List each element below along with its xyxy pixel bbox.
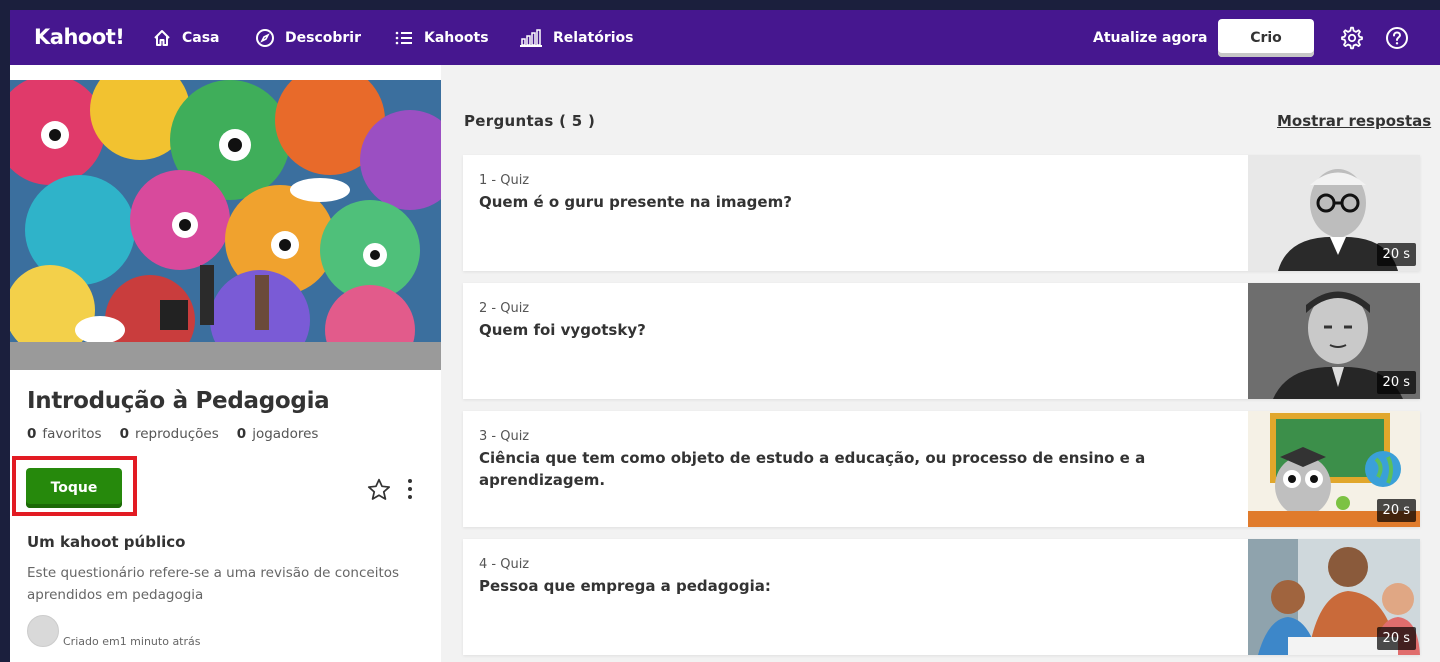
nav-label: Relatórios <box>553 29 634 46</box>
app-frame: Kahoot! Casa Descobrir Kahoots Relatório… <box>10 10 1440 662</box>
question-card[interactable]: 1 - Quiz Quem é o guru presente na image… <box>463 155 1420 271</box>
question-card[interactable]: 4 - Quiz Pessoa que emprega a pedagogia:… <box>463 539 1420 655</box>
compass-icon <box>256 28 274 47</box>
created-time: Criado em1 minuto atrás <box>63 635 201 648</box>
question-text: Pessoa que emprega a pedagogia: <box>479 577 771 595</box>
kahoot-logo[interactable]: Kahoot! <box>34 25 125 49</box>
bar-chart-icon <box>520 28 542 47</box>
stat-value: 0 <box>236 426 247 442</box>
question-type: 1 - Quiz <box>479 173 530 188</box>
kahoot-description: Este questionário refere-se a uma revisã… <box>27 565 400 603</box>
stat-label: jogadores <box>252 426 319 442</box>
time-badge: 20 s <box>1376 371 1416 394</box>
nav-label: Kahoots <box>424 29 489 46</box>
stat-label: reproduções <box>134 426 219 442</box>
question-card[interactable]: 3 - Quiz Ciência que tem como objeto de … <box>463 411 1420 527</box>
stat-value: 0 <box>27 426 37 442</box>
question-text: Ciência que tem como objeto de estudo a … <box>479 449 1146 489</box>
stat-label: favoritos <box>42 426 102 442</box>
help-icon[interactable] <box>1385 26 1409 50</box>
visibility-label: Um kahoot público <box>27 533 186 551</box>
question-image: 20 s <box>1248 155 1420 271</box>
list-icon <box>395 31 412 44</box>
stat-players: 0 jogadores <box>237 426 319 442</box>
kahoot-details-panel: Introdução à Pedagogia 0 favoritos 0 repro… <box>10 65 441 662</box>
top-nav: Kahoot! Casa Descobrir Kahoots Relatório… <box>10 10 1440 65</box>
more-options-icon[interactable] <box>405 477 415 505</box>
show-answers-link[interactable]: Mostrar respostas <box>1277 112 1431 130</box>
question-image: 20 s <box>1248 539 1420 655</box>
gear-icon[interactable] <box>1340 26 1364 50</box>
create-button[interactable]: Crio <box>1218 19 1314 57</box>
nav-item-descobrir[interactable]: Descobrir <box>255 10 361 65</box>
star-icon[interactable] <box>366 477 392 507</box>
nav-item-relatorios[interactable]: Relatórios <box>519 10 634 65</box>
nav-label: Descobrir <box>285 29 361 46</box>
stat-plays: 0 reproduções <box>120 426 219 442</box>
question-type: 4 - Quiz <box>479 557 530 572</box>
cover-image <box>10 80 441 370</box>
play-button[interactable]: Toque <box>26 468 122 508</box>
question-image: 20 s <box>1248 283 1420 399</box>
question-image: 20 s <box>1248 411 1420 527</box>
question-text: Quem é o guru presente na imagem? <box>479 193 792 211</box>
question-type: 3 - Quiz <box>479 429 530 444</box>
question-card[interactable]: 2 - Quiz Quem foi vygotsky? 20 s <box>463 283 1420 399</box>
avatar[interactable] <box>27 615 59 647</box>
time-badge: 20 s <box>1376 243 1416 266</box>
upgrade-link[interactable]: Atualize agora <box>1093 10 1208 65</box>
stat-favorites: 0 favoritos <box>27 426 102 442</box>
nav-label: Casa <box>182 29 220 46</box>
home-icon <box>154 29 170 46</box>
time-badge: 20 s <box>1376 627 1416 650</box>
nav-item-casa[interactable]: Casa <box>152 10 220 65</box>
questions-header: Perguntas ( 5 ) <box>464 112 596 130</box>
kahoot-stats: 0 favoritos 0 reproduções 0 jogadores <box>27 426 336 442</box>
nav-item-kahoots[interactable]: Kahoots <box>394 10 489 65</box>
question-text: Quem foi vygotsky? <box>479 321 646 339</box>
time-badge: 20 s <box>1376 499 1416 522</box>
kahoot-title: Introdução à Pedagogia <box>27 388 330 414</box>
stat-value: 0 <box>119 426 129 442</box>
question-type: 2 - Quiz <box>479 301 530 316</box>
